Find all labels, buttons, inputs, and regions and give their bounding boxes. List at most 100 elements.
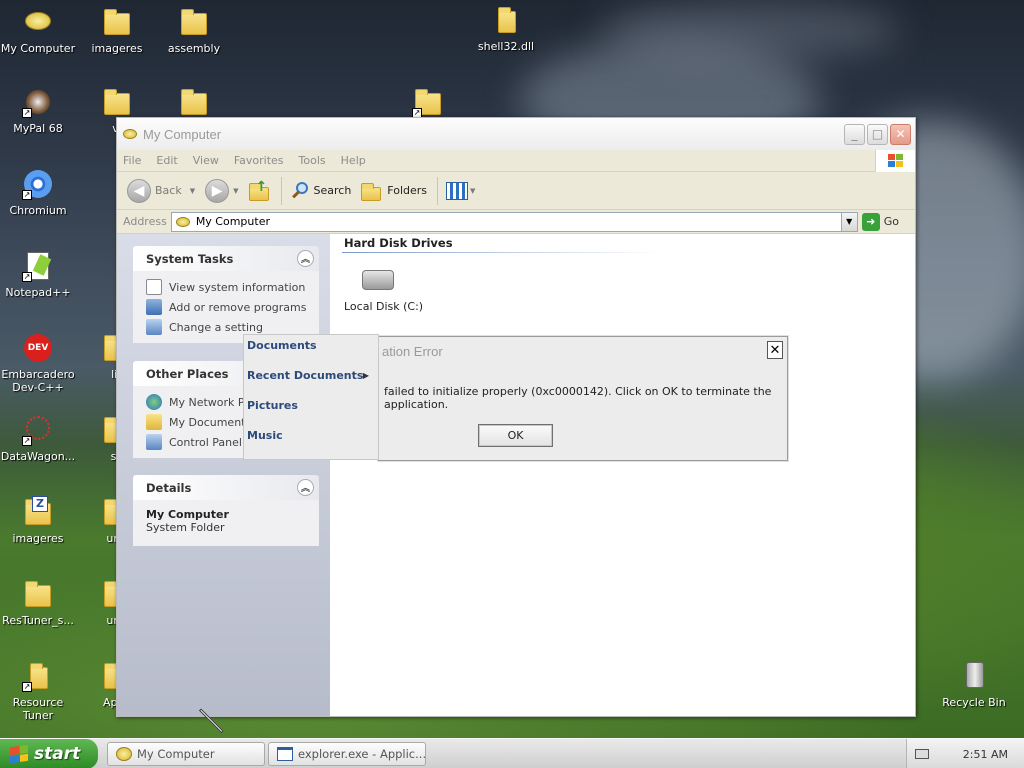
add-remove-programs-icon — [146, 299, 162, 315]
chevron-down-icon: ▼ — [470, 186, 476, 195]
folder-icon — [178, 86, 210, 118]
details-panel: Details ︽ My Computer System Folder — [133, 475, 319, 546]
address-field[interactable]: My Computer ▼ — [170, 211, 858, 232]
drive-local-disk-c[interactable]: Local Disk (C:) — [344, 270, 434, 313]
start-submenu: Documents Recent Documents ▶ Pictures Mu… — [243, 334, 379, 460]
menu-edit[interactable]: Edit — [156, 154, 177, 167]
folder-icon — [490, 4, 522, 36]
up-folder-button[interactable]: ↑ — [248, 179, 271, 201]
clock[interactable]: 2:51 AM — [963, 748, 1008, 761]
address-dropdown-button[interactable]: ▼ — [840, 212, 857, 231]
hard-disk-icon — [362, 270, 394, 290]
devcpp-icon: DEV — [22, 332, 54, 364]
minimize-button[interactable]: _ — [844, 123, 865, 145]
forward-button[interactable]: ▶ ▼ — [205, 178, 239, 203]
recycle-bin-icon — [958, 660, 990, 692]
collapse-icon[interactable]: ︽ — [297, 479, 314, 496]
forward-arrow-icon: ▶ — [205, 178, 230, 203]
chevron-down-icon: ▼ — [233, 186, 239, 195]
resource-tuner-icon: ↗ — [22, 660, 54, 692]
toolbar-separator — [280, 176, 282, 205]
dialog-close-button[interactable]: ✕ — [767, 341, 783, 359]
system-tasks-panel: System Tasks ︽ View system information A… — [133, 246, 319, 343]
datawagon-icon: ↗ — [22, 414, 54, 446]
system-tray: 2:51 AM — [906, 739, 1024, 768]
dialog-title: ation Error — [382, 343, 443, 359]
taskbar-button-my-computer[interactable]: My Computer — [107, 742, 265, 766]
desktop-icon-devcpp[interactable]: DEV Embarcadero Dev-C++ — [0, 332, 76, 394]
desktop-icon-shell32[interactable]: shell32.dll — [468, 4, 544, 53]
details-header[interactable]: Details ︽ — [133, 475, 319, 500]
dialog-message: failed to initialize properly (0xc000014… — [384, 385, 772, 411]
desktop-icon-notepadpp[interactable]: ↗ Notepad++ — [0, 250, 76, 299]
desktop-icon-restuner-folder[interactable]: ResTuner_s... — [0, 578, 76, 627]
views-icon — [446, 181, 469, 200]
windows-flag-icon — [10, 744, 28, 764]
system-tasks-header[interactable]: System Tasks ︽ — [133, 246, 319, 271]
maximize-button[interactable]: □ — [867, 123, 888, 145]
application-error-dialog[interactable]: ation Error ✕ failed to initialize prope… — [378, 336, 788, 461]
zip-icon: Z — [22, 496, 54, 528]
menu-tools[interactable]: Tools — [299, 154, 326, 167]
go-button[interactable]: ➜ Go — [861, 212, 899, 231]
views-button[interactable]: ▼ — [446, 181, 476, 200]
toolbar-separator — [437, 176, 439, 205]
submenu-arrow-icon: ▶ — [362, 371, 369, 380]
mypal-icon: ↗ — [22, 86, 54, 118]
window-icon — [277, 747, 293, 761]
task-view-system-information[interactable]: View system information — [146, 277, 319, 297]
back-button[interactable]: ◀ Back ▼ — [127, 178, 195, 203]
desktop-icon-recycle-bin[interactable]: Recycle Bin — [936, 660, 1012, 709]
desktop-icon-imageres-zip[interactable]: Z imageres — [0, 496, 76, 545]
my-computer-icon — [175, 216, 190, 227]
desktop-icon-chromium[interactable]: ↗ Chromium — [0, 168, 76, 217]
search-button[interactable]: Search — [290, 181, 351, 201]
menu-item-recent-documents[interactable]: Recent Documents — [247, 369, 363, 382]
window-titlebar[interactable]: My Computer _ □ ✕ — [117, 118, 915, 150]
system-info-icon — [146, 279, 162, 295]
content-area: Hard Disk Drives Local Disk (C:) — [330, 234, 915, 716]
task-pane: System Tasks ︽ View system information A… — [117, 234, 330, 716]
up-folder-icon: ↑ — [248, 179, 271, 201]
toolbar: ◀ Back ▼ ▶ ▼ ↑ Search Folders ▼ — [117, 172, 915, 210]
menu-item-pictures[interactable]: Pictures — [247, 399, 298, 412]
folder-icon — [101, 6, 133, 38]
task-add-remove-programs[interactable]: Add or remove programs — [146, 297, 319, 317]
taskbar: start My Computer explorer.exe - Applic.… — [0, 738, 1024, 768]
keyboard-icon[interactable] — [915, 749, 929, 759]
search-icon — [290, 181, 310, 201]
control-panel-icon — [146, 434, 162, 450]
my-computer-icon — [123, 129, 137, 139]
menu-favorites[interactable]: Favorites — [234, 154, 284, 167]
folders-icon — [361, 181, 383, 201]
menu-help[interactable]: Help — [341, 154, 366, 167]
menu-view[interactable]: View — [193, 154, 219, 167]
folder-icon: ↗ — [412, 86, 444, 118]
collapse-icon[interactable]: ︽ — [297, 250, 314, 267]
folder-icon — [178, 6, 210, 38]
start-button[interactable]: start — [0, 739, 98, 768]
my-computer-icon — [22, 6, 54, 38]
menu-item-music[interactable]: Music — [247, 429, 283, 442]
details-name: My Computer — [146, 508, 229, 521]
my-documents-icon — [146, 414, 162, 430]
ok-button[interactable]: OK — [478, 424, 553, 447]
network-icon — [146, 394, 162, 410]
desktop-icon-my-computer[interactable]: My Computer — [0, 6, 76, 55]
address-label: Address — [123, 215, 167, 228]
desktop-icon-mypal[interactable]: ↗ MyPal 68 — [0, 86, 76, 135]
close-button[interactable]: ✕ — [890, 123, 911, 145]
folders-button[interactable]: Folders — [361, 181, 427, 201]
notepadpp-icon: ↗ — [22, 250, 54, 282]
desktop-icon-assembly[interactable]: assembly — [156, 6, 232, 55]
menu-file[interactable]: File — [123, 154, 141, 167]
details-subtitle: System Folder — [146, 521, 225, 534]
taskbar-button-explorer-error[interactable]: explorer.exe - Applic... — [268, 742, 426, 766]
folder-icon — [22, 578, 54, 610]
menu-bar: File Edit View Favorites Tools Help — [117, 150, 915, 172]
desktop-icon-resource-tuner[interactable]: ↗ Resource Tuner — [0, 660, 76, 722]
desktop-icon-imageres-folder[interactable]: imageres — [79, 6, 155, 55]
desktop-icon-datawagon[interactable]: ↗ DataWagon... — [0, 414, 76, 463]
menu-item-documents[interactable]: Documents — [247, 339, 317, 352]
group-divider — [342, 252, 662, 253]
